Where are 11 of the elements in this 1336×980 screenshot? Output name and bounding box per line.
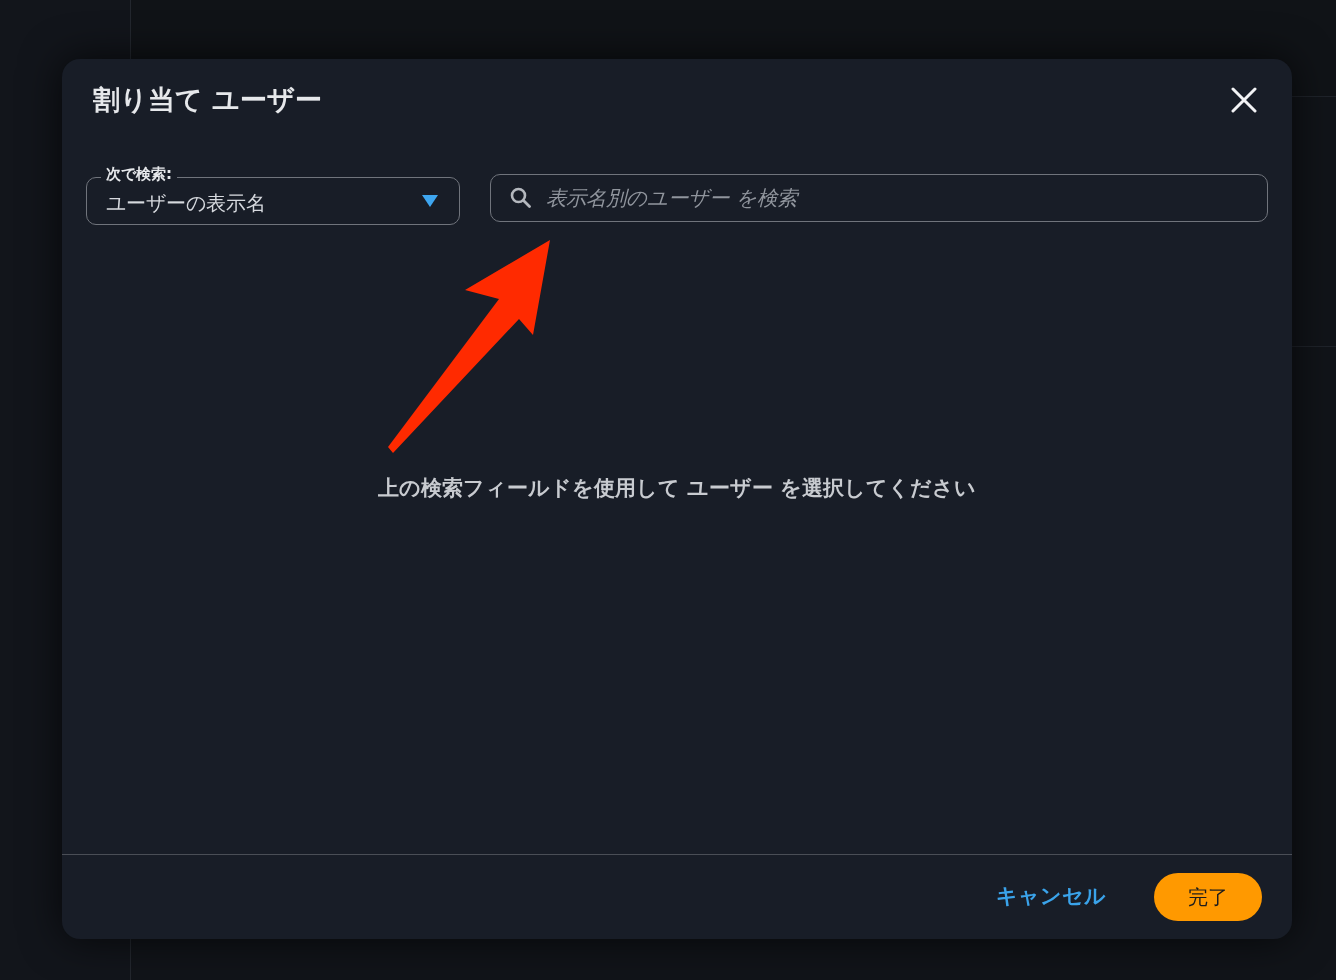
- close-button[interactable]: [1230, 86, 1258, 114]
- dropdown-label: 次で検索:: [101, 164, 177, 184]
- dialog-title: 割り当て ユーザー: [93, 83, 323, 117]
- done-button[interactable]: 完了: [1154, 873, 1262, 921]
- cancel-button[interactable]: キャンセル: [994, 873, 1108, 921]
- search-icon: [510, 187, 531, 208]
- empty-message: 上の検索フィールドを使用して ユーザー を選択してください: [377, 475, 977, 502]
- close-icon: [1231, 87, 1257, 113]
- dropdown-value: ユーザーの表示名: [106, 189, 266, 217]
- caret-icon: [422, 195, 438, 207]
- search-field[interactable]: 表示名別のユーザー を検索: [490, 174, 1268, 222]
